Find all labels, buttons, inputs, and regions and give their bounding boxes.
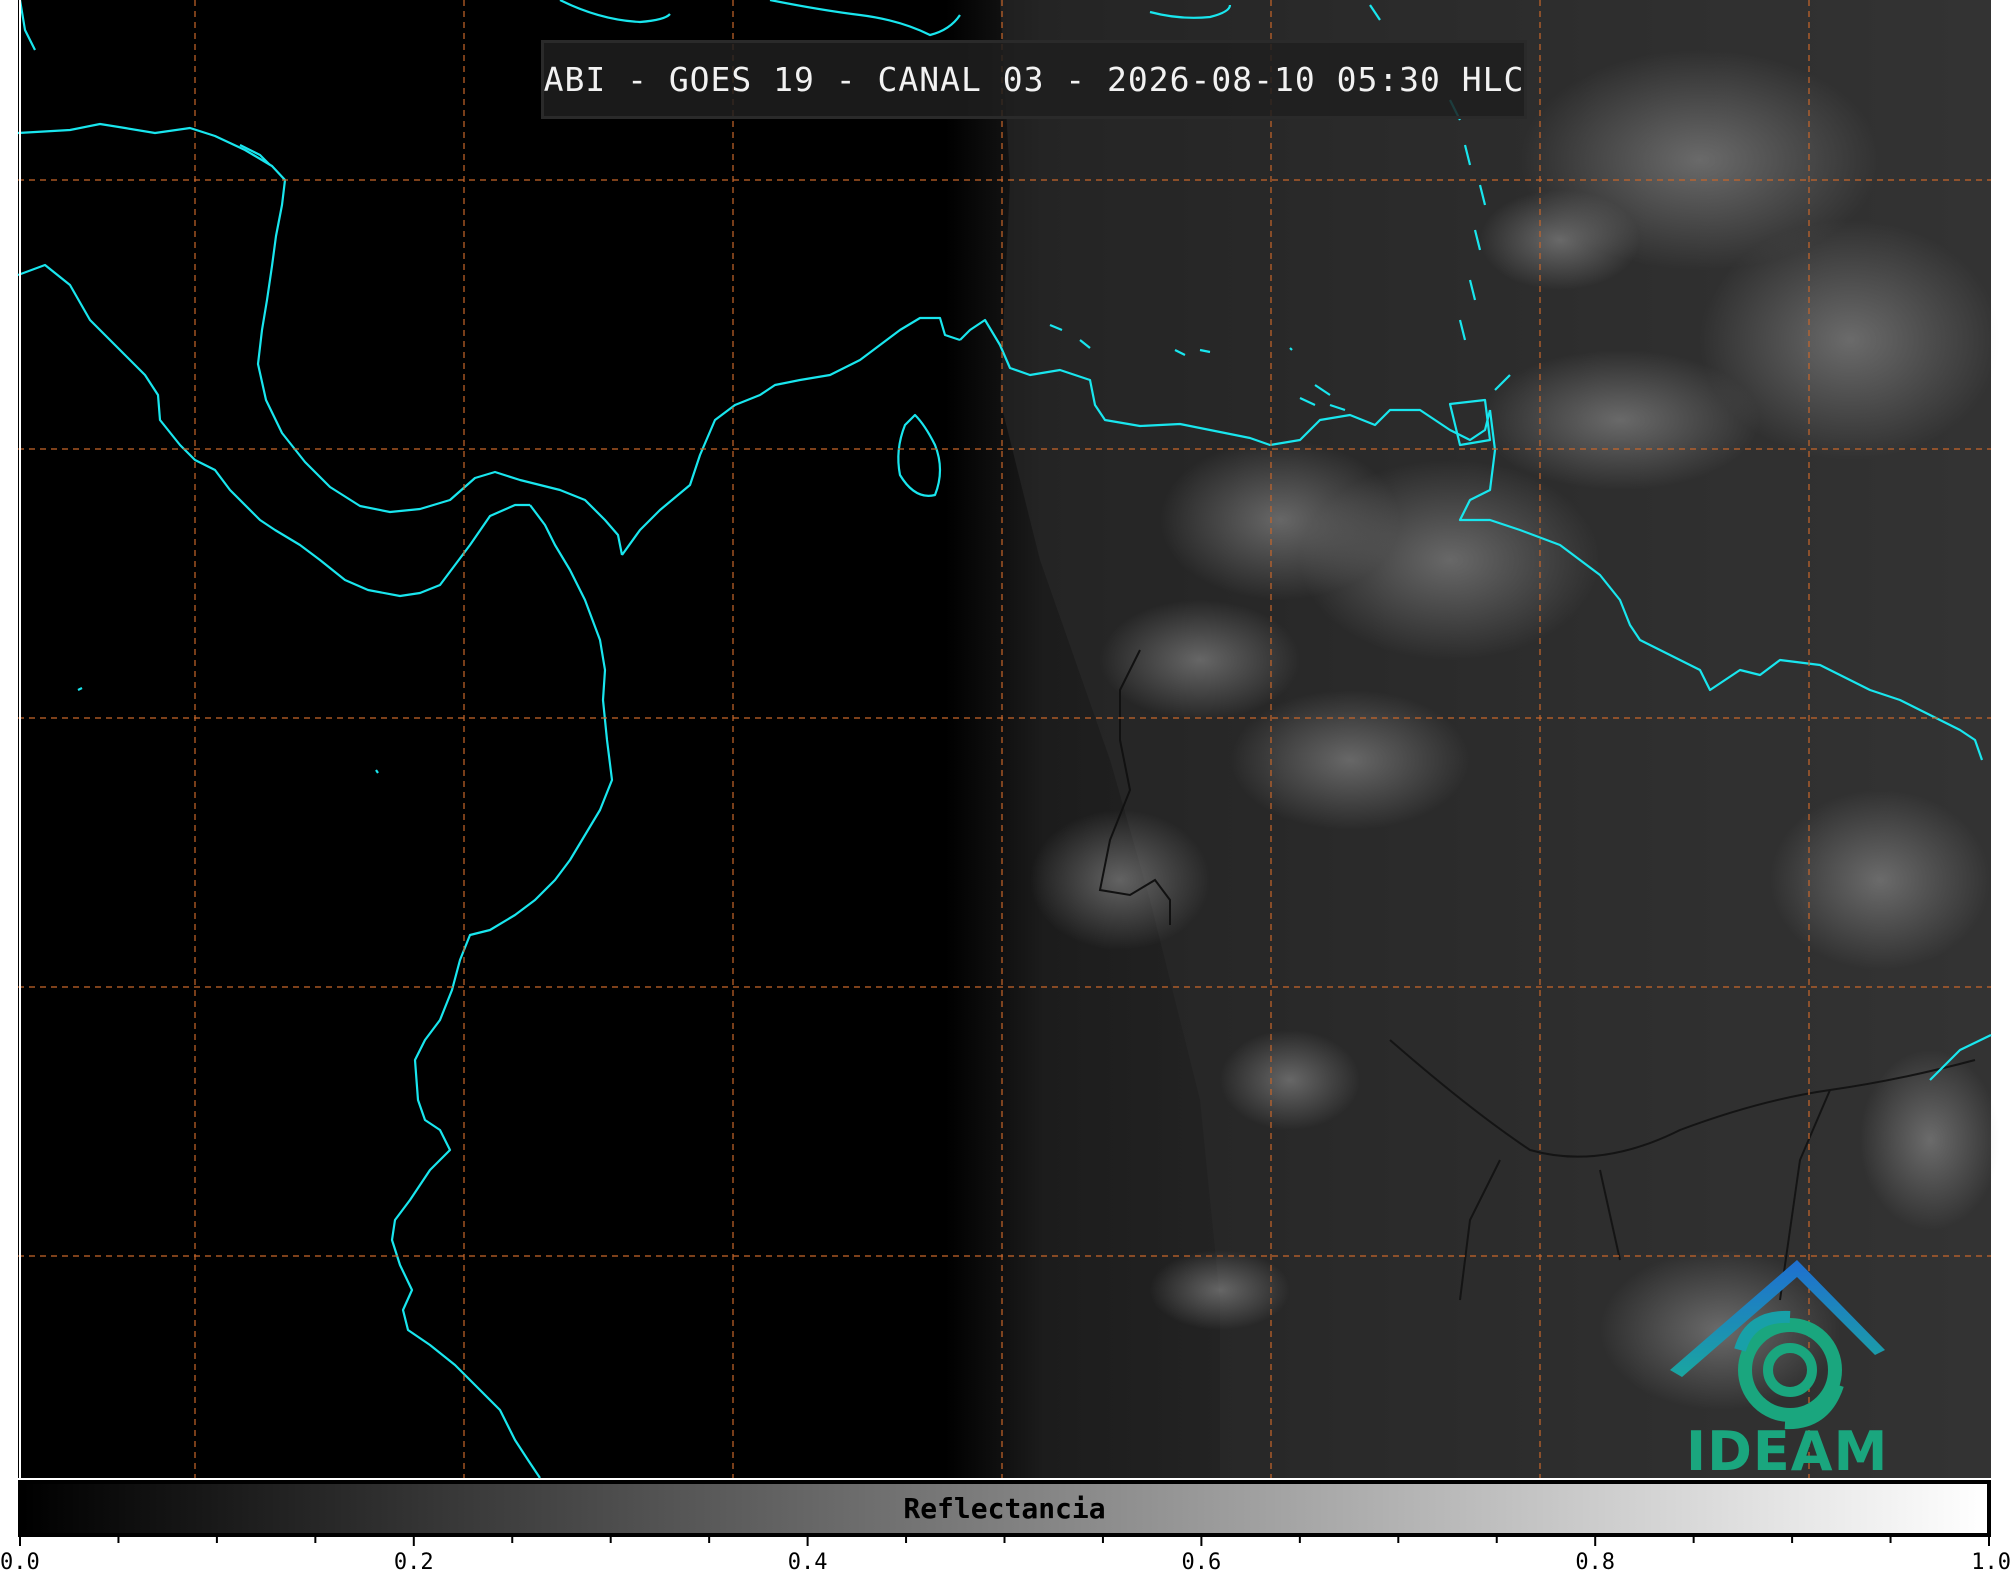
colorbar-label: Reflectancia xyxy=(903,1492,1106,1525)
colorbar-tick-label: 0.2 xyxy=(394,1550,434,1575)
map-title: ABI - GOES 19 - CANAL 03 - 2026-08-10 05… xyxy=(543,60,1525,99)
colorbar: Reflectancia xyxy=(18,1480,1991,1537)
logo-text: IDEAM xyxy=(1686,1420,1889,1483)
colorbar-tick-label: 0.0 xyxy=(0,1550,40,1575)
colorbar-axis: 0.0 0.2 0.4 0.6 0.8 1.0 xyxy=(0,1537,2011,1575)
colorbar-tick-label: 0.6 xyxy=(1182,1550,1222,1575)
colorbar-tick-label: 0.8 xyxy=(1575,1550,1615,1575)
colorbar-tick-label: 1.0 xyxy=(1971,1550,2011,1575)
title-banner: ABI - GOES 19 - CANAL 03 - 2026-08-10 05… xyxy=(541,40,1527,119)
colorbar-tick-label: 0.4 xyxy=(788,1550,828,1575)
